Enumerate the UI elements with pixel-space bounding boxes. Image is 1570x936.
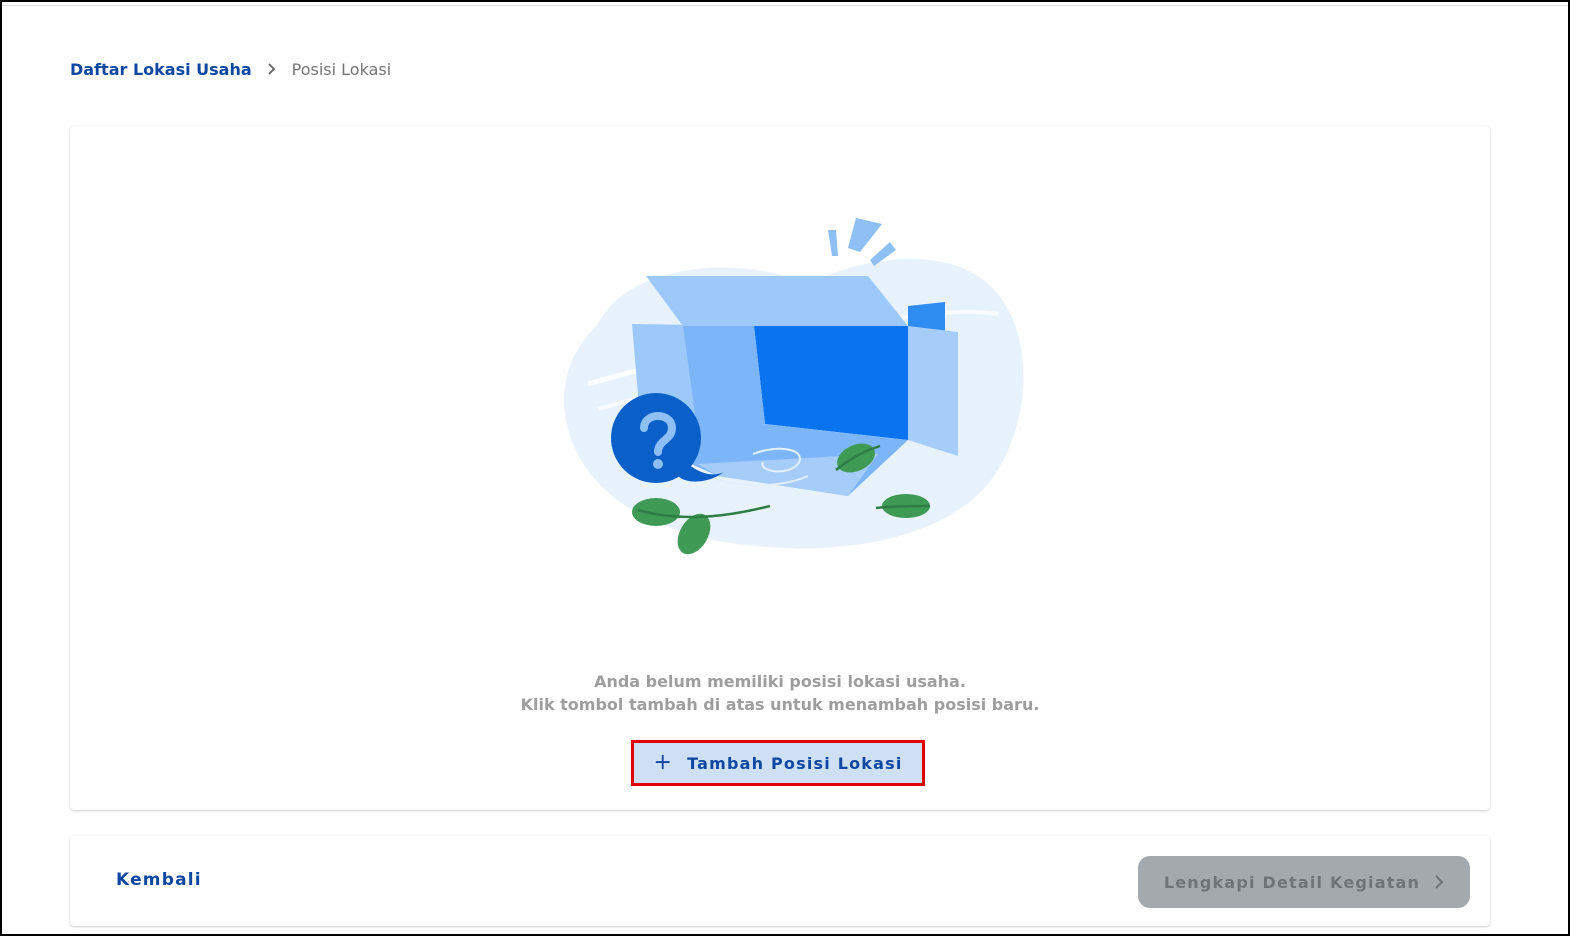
- plus-icon: +: [653, 750, 674, 775]
- breadcrumb-daftar-lokasi-usaha[interactable]: Daftar Lokasi Usaha: [70, 60, 252, 79]
- breadcrumb-posisi-lokasi: Posisi Lokasi: [291, 59, 392, 79]
- chevron-right-icon: [1434, 875, 1444, 889]
- empty-state-message: Anda belum memiliki posisi lokasi usaha.…: [70, 670, 1490, 716]
- empty-state-card: Anda belum memiliki posisi lokasi usaha.…: [70, 126, 1490, 810]
- chevron-right-icon: [266, 63, 278, 75]
- empty-state-line-1: Anda belum memiliki posisi lokasi usaha.: [594, 672, 966, 691]
- kembali-button[interactable]: Kembali: [116, 870, 202, 890]
- empty-state-line-2: Klik tombol tambah di atas untuk menamba…: [520, 695, 1040, 714]
- breadcrumb: Daftar Lokasi Usaha Posisi Lokasi: [70, 58, 391, 80]
- lengkapi-detail-kegiatan-label: Lengkapi Detail Kegiatan: [1163, 872, 1421, 892]
- footer-actions: Kembali Lengkapi Detail Kegiatan: [70, 836, 1490, 926]
- tambah-posisi-lokasi-label: Tambah Posisi Lokasi: [687, 753, 903, 773]
- empty-box-illustration: [563, 218, 1024, 555]
- lengkapi-detail-kegiatan-button[interactable]: Lengkapi Detail Kegiatan: [1138, 856, 1470, 908]
- top-divider: [2, 5, 1568, 6]
- page-frame: Daftar Lokasi Usaha Posisi Lokasi Anda b…: [0, 0, 1570, 936]
- tambah-posisi-lokasi-button[interactable]: + Tambah Posisi Lokasi: [631, 740, 925, 786]
